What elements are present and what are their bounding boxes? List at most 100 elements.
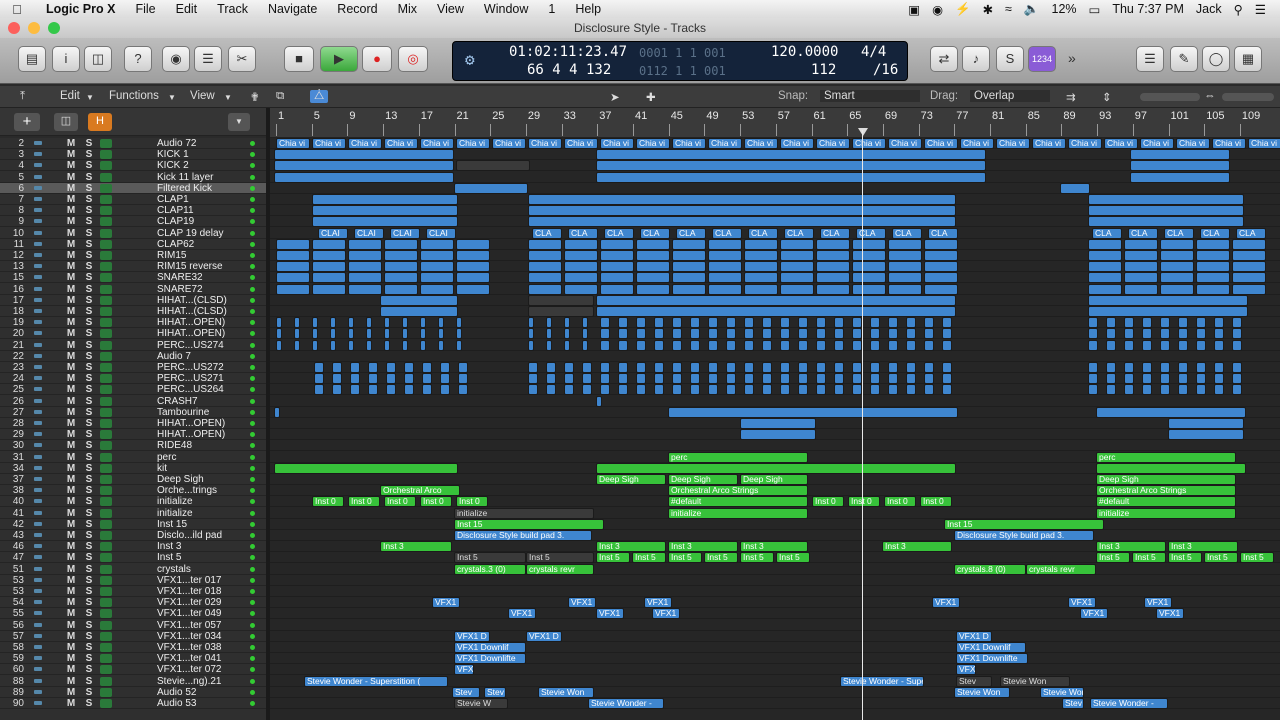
region[interactable]: Chia vi [636, 138, 670, 149]
solo-button[interactable]: S [84, 620, 94, 631]
region[interactable] [420, 339, 426, 351]
region[interactable] [888, 238, 922, 250]
region[interactable] [816, 328, 826, 340]
region[interactable] [618, 339, 628, 351]
region[interactable] [798, 328, 808, 340]
track-lane[interactable] [270, 519, 1280, 530]
track-name[interactable]: Audio 52 [157, 687, 249, 698]
region[interactable] [546, 328, 552, 340]
region[interactable] [762, 373, 772, 385]
region[interactable] [1124, 250, 1158, 261]
toolbar-toggle-icon[interactable]: ◫ [84, 46, 112, 72]
track-name[interactable]: PERC...US271 [157, 373, 249, 384]
region[interactable]: VFX1 [932, 597, 960, 609]
solo-button[interactable]: S [84, 172, 94, 183]
region[interactable]: Stevie Wonder - [1090, 698, 1168, 709]
track-name[interactable]: Inst 5 [157, 552, 249, 563]
region[interactable] [870, 362, 880, 373]
region[interactable] [618, 317, 628, 329]
track-lane[interactable] [270, 620, 1280, 631]
region[interactable] [852, 384, 862, 396]
region[interactable] [942, 328, 952, 340]
region[interactable] [456, 160, 530, 172]
region[interactable] [708, 283, 742, 295]
replace-record-button[interactable]: ◎ [398, 46, 428, 72]
track-name[interactable]: VFX1...ter 018 [157, 586, 249, 597]
region[interactable] [582, 362, 592, 373]
region[interactable] [1168, 429, 1244, 441]
region[interactable] [348, 250, 382, 261]
region[interactable] [1160, 328, 1170, 340]
region[interactable] [546, 317, 552, 329]
region[interactable]: Inst 5 [1132, 552, 1166, 564]
region[interactable] [312, 317, 318, 329]
region[interactable] [1232, 328, 1242, 340]
region[interactable] [708, 250, 742, 261]
solo-button[interactable]: S [84, 160, 94, 171]
track-header[interactable]: 22 M S Audio 7 [0, 351, 266, 362]
solo-button[interactable]: S [84, 608, 94, 619]
region[interactable]: VFX1 Downlif [956, 642, 1026, 653]
track-lane[interactable] [270, 664, 1280, 676]
region[interactable]: Chia vi [1248, 138, 1280, 149]
region[interactable]: Inst 5 [704, 552, 738, 564]
region[interactable]: Inst 0 [920, 496, 952, 508]
solo-button[interactable]: S [84, 250, 94, 261]
mute-button[interactable]: M [66, 205, 76, 216]
solo-button[interactable]: S [84, 653, 94, 664]
region[interactable] [852, 339, 862, 351]
region[interactable] [1160, 317, 1170, 329]
region[interactable] [1124, 339, 1134, 351]
region[interactable]: CLA [568, 227, 598, 239]
region[interactable] [636, 238, 670, 250]
region[interactable]: VFX [454, 664, 474, 676]
region[interactable] [582, 339, 588, 351]
region[interactable] [762, 328, 772, 340]
region[interactable] [440, 362, 450, 373]
edit-menu[interactable]: Edit [60, 90, 80, 102]
functions-menu[interactable]: Functions [109, 90, 159, 102]
region[interactable] [564, 362, 574, 373]
track-header[interactable]: 27 M S Tambourine [0, 407, 266, 418]
track-lane[interactable] [270, 642, 1280, 653]
region[interactable]: Chia vi [420, 138, 454, 149]
track-header[interactable]: 40 M Sinitialize [0, 496, 266, 508]
region[interactable]: CLA [892, 227, 922, 239]
track-header[interactable]: 8 M S CLAP11 [0, 205, 266, 217]
mute-button[interactable]: M [66, 564, 76, 575]
browser-icon[interactable]: ▦ [1234, 46, 1262, 72]
track-header[interactable]: 37 M S Deep Sigh [0, 474, 266, 485]
solo-button[interactable]: S [84, 306, 94, 317]
region[interactable] [528, 328, 534, 340]
solo-button[interactable]: S [84, 496, 94, 507]
solo-button[interactable]: S [84, 407, 94, 418]
region[interactable]: Chia vi [528, 138, 562, 149]
region[interactable]: Stevie Wonder - Superstition ( [304, 675, 448, 687]
track-name[interactable]: initialize [157, 496, 249, 507]
region[interactable]: Chia vi [924, 138, 958, 149]
region[interactable] [528, 261, 562, 273]
solo-button[interactable]: S [84, 440, 94, 451]
region[interactable] [1142, 384, 1152, 396]
region[interactable]: Deep Sigh [668, 474, 738, 485]
region[interactable] [546, 384, 556, 396]
region[interactable] [274, 171, 454, 183]
region[interactable] [564, 238, 598, 250]
region[interactable]: CLAI [318, 227, 348, 239]
horizontal-zoom-icon[interactable]: ⇔ [1204, 90, 1216, 102]
mute-button[interactable]: M [66, 440, 76, 451]
region[interactable] [1178, 362, 1188, 373]
region[interactable] [834, 373, 844, 385]
menu-window[interactable]: Window [474, 2, 538, 16]
region[interactable] [1088, 294, 1248, 306]
region[interactable] [350, 362, 360, 373]
notification-icon[interactable]: ☰ [1255, 2, 1266, 17]
track-header[interactable]: 55 M S VFX1...ter 049 [0, 608, 266, 620]
track-lane[interactable] [270, 653, 1280, 665]
region[interactable]: Inst 15 [944, 518, 1104, 530]
region[interactable] [888, 283, 922, 295]
region[interactable] [906, 317, 916, 329]
region[interactable]: Deep Sigh [1096, 474, 1236, 485]
region[interactable]: crystals.3 (0) [454, 563, 526, 575]
region[interactable] [744, 317, 754, 329]
